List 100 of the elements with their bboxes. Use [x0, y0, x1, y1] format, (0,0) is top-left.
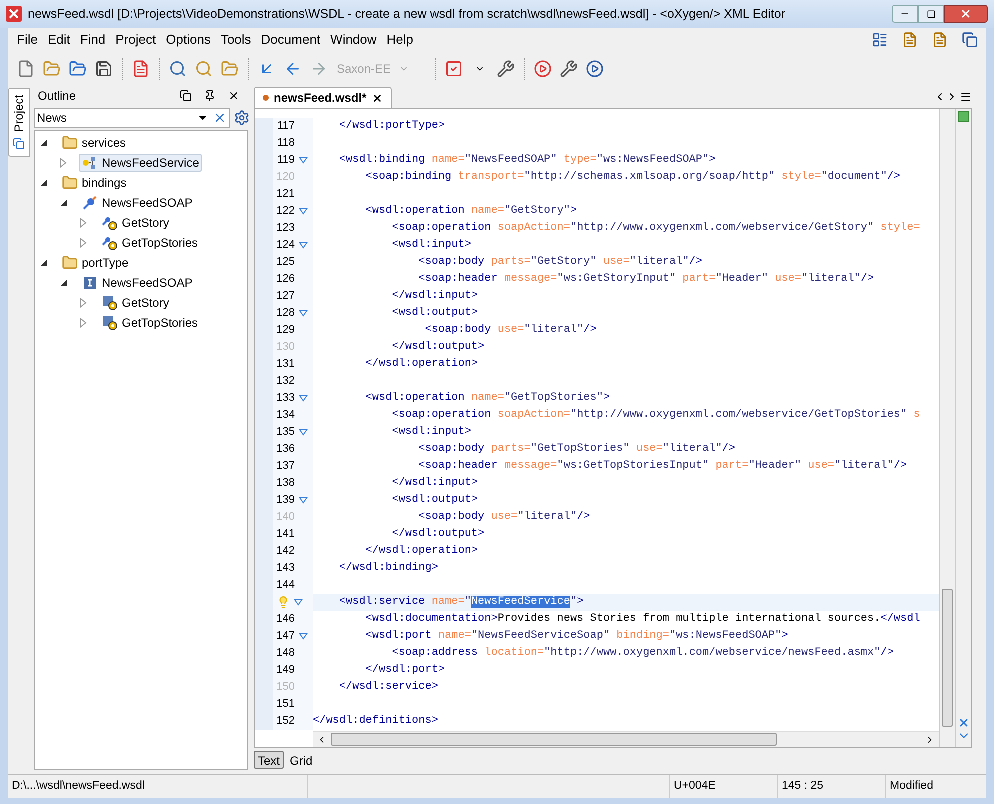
maximize-button[interactable]	[918, 5, 944, 23]
code-line: <soap:operation soapAction="http://www.oxygenxml.com/webservice/GetTopStories" s	[391, 408, 920, 424]
line-number: 122	[276, 204, 295, 220]
expand-arrow-icon[interactable]	[79, 298, 89, 308]
status-path: D:\...\wsdl\newsFeed.wsdl	[8, 775, 308, 798]
fold-icon[interactable]	[299, 497, 308, 504]
line-number: 133	[276, 391, 295, 406]
line-number: 150	[276, 680, 295, 696]
filter-field[interactable]: News	[34, 108, 230, 128]
code-line: <wsdl:port name="NewsFeedServiceSoap" binding="ws:NewsFeedSOAP">	[364, 629, 788, 644]
menu-item[interactable]: Help	[382, 30, 419, 50]
line-number: 137	[276, 459, 295, 474]
code-line: <wsdl:input>	[391, 238, 472, 254]
gear-icon	[102, 295, 118, 311]
plug-gear-icon	[102, 235, 118, 251]
close-icon[interactable]	[228, 90, 240, 102]
tree-item[interactable]: NewsFeedSOAP	[79, 194, 196, 212]
tree-item[interactable]: GetStory	[99, 214, 172, 232]
clear-icon[interactable]	[213, 111, 227, 125]
line-number: 149	[276, 663, 295, 678]
line-number: 147	[276, 629, 295, 644]
tree-item[interactable]: GetStory	[99, 294, 172, 312]
collapse-arrow-icon[interactable]	[39, 178, 49, 188]
menu-item[interactable]: Project	[110, 30, 162, 50]
line-number: 152	[276, 714, 295, 730]
folder-icon	[62, 135, 78, 151]
close-button[interactable]	[944, 5, 988, 23]
menu-item[interactable]: Tools	[216, 30, 256, 50]
filter-input[interactable]: News	[37, 109, 197, 127]
collapse-arrow-icon[interactable]	[59, 198, 69, 208]
menu-item[interactable]: Edit	[42, 30, 76, 50]
line-number: 146	[276, 612, 295, 628]
line-number: 124	[276, 238, 295, 254]
tree-item[interactable]: portType	[59, 254, 132, 272]
line-number: 132	[276, 374, 295, 390]
line-number: 139	[276, 493, 295, 508]
tree-item[interactable]: GetTopStories	[99, 314, 202, 332]
fold-icon[interactable]	[299, 208, 308, 215]
code-line: <soap:header message="ws:GetTopStoriesInput" part="Header" use="literal"/>	[418, 459, 908, 474]
line-number: 121	[276, 187, 295, 202]
tree-item[interactable]: NewsFeedSOAP	[79, 274, 196, 292]
menu-item[interactable]: Window	[326, 30, 382, 50]
menu-item[interactable]: Options	[161, 30, 216, 50]
code-line: </wsdl:port>	[364, 663, 446, 678]
code-line: <wsdl:service name="NewsFeedService">	[338, 595, 584, 610]
close-tab-icon[interactable]	[372, 92, 383, 104]
status-character: U+004E	[670, 775, 778, 798]
code-line: </wsdl:input>	[391, 476, 478, 492]
tree-item[interactable]: services	[59, 134, 130, 152]
menu-item[interactable]: Find	[75, 30, 111, 50]
code-line: <wsdl:binding name="NewsFeedSOAP" type="ws:NewsFeedSOAP">	[338, 153, 716, 168]
fold-icon[interactable]	[299, 633, 308, 640]
code-line: <soap:address location="http://www.oxygenxml.com/webservice/newsFeed.asmx"/>	[391, 646, 894, 662]
line-number: 119	[276, 153, 295, 168]
expand-arrow-icon[interactable]	[79, 238, 89, 248]
code-line: <wsdl:operation name="GetTopStories">	[364, 391, 610, 406]
line-number: 128	[276, 306, 295, 322]
code-line: <wsdl:output>	[391, 306, 478, 322]
tree-item[interactable]: NewsFeedService	[79, 154, 202, 172]
fold-icon[interactable]	[299, 310, 308, 317]
plug-icon	[82, 195, 98, 211]
app-icon	[6, 6, 22, 22]
line-number: 135	[276, 425, 295, 440]
code-line: </wsdl:operation>	[364, 357, 478, 372]
interface-icon	[82, 275, 98, 291]
project-side-tab[interactable]: Project	[8, 88, 30, 158]
line-number: 120	[276, 170, 295, 186]
fold-icon[interactable]	[299, 429, 308, 436]
status-state: Modified	[889, 778, 934, 794]
fold-icon[interactable]	[299, 395, 308, 402]
tree-item[interactable]: GetTopStories	[99, 234, 202, 252]
menu-item[interactable]: Document	[256, 30, 326, 50]
fold-icon[interactable]	[299, 242, 308, 249]
collapse-arrow-icon[interactable]	[39, 138, 49, 148]
line-number: 131	[276, 357, 295, 372]
settings-icon[interactable]	[234, 110, 250, 126]
tree-item[interactable]: bindings	[59, 174, 130, 192]
editor-tab[interactable]: newsFeed.wsdl*	[254, 87, 392, 108]
horizontal-scrollbar[interactable]	[313, 731, 939, 747]
mode-tab[interactable]: Grid	[286, 751, 317, 769]
code-line: <soap:body use="literal"/>	[418, 510, 590, 526]
expand-arrow-icon[interactable]	[79, 218, 89, 228]
menu-item[interactable]: File	[12, 30, 43, 50]
code-line: </wsdl:binding>	[338, 561, 438, 576]
status-indicator	[958, 111, 969, 122]
fold-icon[interactable]	[294, 599, 303, 606]
code-line: </wsdl:output>	[391, 527, 485, 542]
line-number: 126	[276, 272, 295, 288]
list-icon[interactable]	[960, 91, 972, 103]
expand-arrow-icon[interactable]	[79, 318, 89, 328]
panel-title: Outline	[38, 88, 78, 105]
fold-icon[interactable]	[299, 157, 308, 164]
pin-icon[interactable]	[204, 90, 216, 102]
mode-tab[interactable]: Text	[254, 751, 284, 769]
collapse-arrow-icon[interactable]	[39, 258, 49, 268]
float-icon[interactable]	[180, 90, 192, 102]
code-line: <soap:operation soapAction="http://www.oxygenxml.com/webservice/GetStory" style=	[391, 221, 920, 236]
folder-icon	[62, 255, 78, 271]
expand-arrow-icon[interactable]	[59, 158, 69, 168]
collapse-arrow-icon[interactable]	[59, 278, 69, 288]
